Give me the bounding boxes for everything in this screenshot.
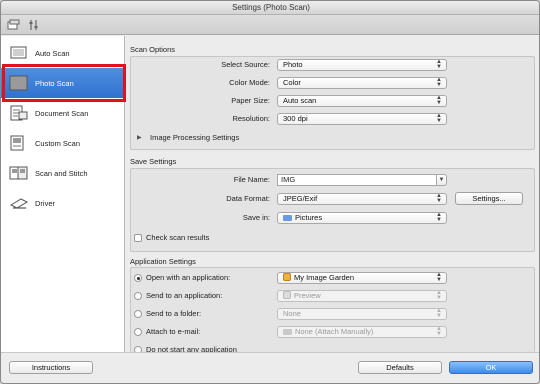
chevron-updown-icon: ▲ ▼ [436,290,442,301]
save-in-dropdown[interactable]: Pictures ▲ ▼ [277,212,447,224]
send-to-application-radio[interactable] [134,292,142,300]
chevron-down-icon: ▼ [438,177,445,183]
data-format-settings-button[interactable]: Settings... [455,192,523,205]
paper-size-value: Auto scan [283,96,317,105]
attach-to-email-label: Attach to e-mail: [146,327,201,336]
title-bar: Settings (Photo Scan) [1,1,539,15]
sidebar-item-document-scan[interactable]: Document Scan [1,98,125,128]
save-settings-title: Save Settings [130,157,177,166]
open-with-application-dropdown[interactable]: My Image Garden ▲ ▼ [277,272,447,284]
check-scan-results-label: Check scan results [146,233,210,242]
sidebar-item-label: Scan and Stitch [35,169,88,178]
color-mode-label: Color Mode: [229,78,270,87]
sidebar-item-custom-scan[interactable]: Custom Scan [1,128,125,158]
send-to-folder-radio[interactable] [134,310,142,318]
save-settings-panel: File Name: IMG ▼ Data Format: JPEG/Exif … [130,168,535,252]
file-name-label: File Name: [233,175,270,184]
color-mode-value: Color [283,78,301,87]
sidebar-item-driver[interactable]: Driver [1,188,125,218]
attach-to-email-dropdown: None (Attach Manually) ▲ ▼ [277,326,447,338]
document-scan-icon [10,105,28,121]
dialog-footer: Instructions Defaults OK [1,352,539,383]
defaults-button[interactable]: Defaults [358,361,442,374]
send-to-application-label: Send to an application: [146,291,223,300]
send-to-folder-dropdown: None ▲ ▼ [277,308,447,320]
save-in-value: Pictures [295,213,323,222]
ok-button[interactable]: OK [449,361,533,374]
send-to-application-value: Preview [294,291,321,300]
my-image-garden-icon [283,273,291,281]
chevron-updown-icon: ▲ ▼ [436,308,442,319]
application-settings-panel: Open with an application: My Image Garde… [130,267,535,354]
chevron-updown-icon: ▲ ▼ [436,212,442,223]
scan-options-panel: Select Source: Photo ▲ ▼ Color Mode: Colo… [130,56,535,150]
data-format-label: Data Format: [226,194,270,203]
chevron-updown-icon: ▲ ▼ [436,272,442,283]
driver-icon [9,198,29,209]
scan-from-computer-icon[interactable] [7,18,21,32]
select-source-value: Photo [283,60,303,69]
file-name-input[interactable]: IMG [277,174,437,186]
scan-options-title: Scan Options [130,45,176,54]
select-source-label: Select Source: [221,60,270,69]
preview-app-icon [283,291,291,299]
selection-highlight-box [2,64,126,102]
send-to-folder-value: None [283,309,301,318]
attach-to-email-value: None (Attach Manually) [295,327,374,336]
folder-icon [283,215,292,221]
sidebar-item-label: Document Scan [35,109,89,118]
save-in-label: Save in: [242,213,270,222]
data-format-value: JPEG/Exif [283,194,318,203]
chevron-updown-icon: ▲ ▼ [436,113,442,124]
data-format-dropdown[interactable]: JPEG/Exif ▲ ▼ [277,193,447,205]
auto-scan-icon [10,46,27,59]
paper-size-dropdown[interactable]: Auto scan ▲ ▼ [277,95,447,107]
sidebar-item-scan-and-stitch[interactable]: Scan and Stitch [1,158,125,188]
email-attach-icon [283,329,292,335]
scan-from-panel-icon[interactable] [27,18,41,32]
open-with-application-value: My Image Garden [294,273,355,282]
sidebar-item-label: Auto Scan [35,49,70,58]
disclosure-triangle-icon[interactable]: ▶ [137,134,142,141]
color-mode-dropdown[interactable]: Color ▲ ▼ [277,77,447,89]
sidebar-item-label: Custom Scan [35,139,81,148]
sidebar-item-label: Driver [35,199,55,208]
chevron-updown-icon: ▲ ▼ [436,77,442,88]
select-source-dropdown[interactable]: Photo ▲ ▼ [277,59,447,71]
attach-to-email-radio[interactable] [134,328,142,336]
window-title: Settings (Photo Scan) [232,3,310,12]
open-with-application-radio[interactable] [134,274,142,282]
chevron-updown-icon: ▲ ▼ [436,59,442,70]
send-to-folder-label: Send to a folder: [146,309,202,318]
chevron-updown-icon: ▲ ▼ [436,193,442,204]
paper-size-label: Paper Size: [231,96,270,105]
chevron-updown-icon: ▲ ▼ [436,326,442,337]
resolution-dropdown[interactable]: 300 dpi ▲ ▼ [277,113,447,125]
image-processing-settings-toggle[interactable]: Image Processing Settings [150,133,239,142]
toolbar [1,15,539,35]
custom-scan-icon [10,135,24,151]
resolution-value: 300 dpi [283,114,308,123]
application-settings-title: Application Settings [130,257,196,266]
resolution-label: Resolution: [232,114,270,123]
file-name-combo-button[interactable]: ▼ [436,174,447,186]
chevron-updown-icon: ▲ ▼ [436,95,442,106]
check-scan-results-checkbox[interactable] [134,234,142,242]
settings-window: Settings (Photo Scan) Auto Scan Photo Sc… [0,0,540,384]
settings-main-area: Scan Options Select Source: Photo ▲ ▼ Col… [126,36,539,354]
open-with-application-label: Open with an application: [146,273,231,282]
scan-and-stitch-icon [9,166,28,180]
instructions-button[interactable]: Instructions [9,361,93,374]
send-to-application-dropdown: Preview ▲ ▼ [277,290,447,302]
